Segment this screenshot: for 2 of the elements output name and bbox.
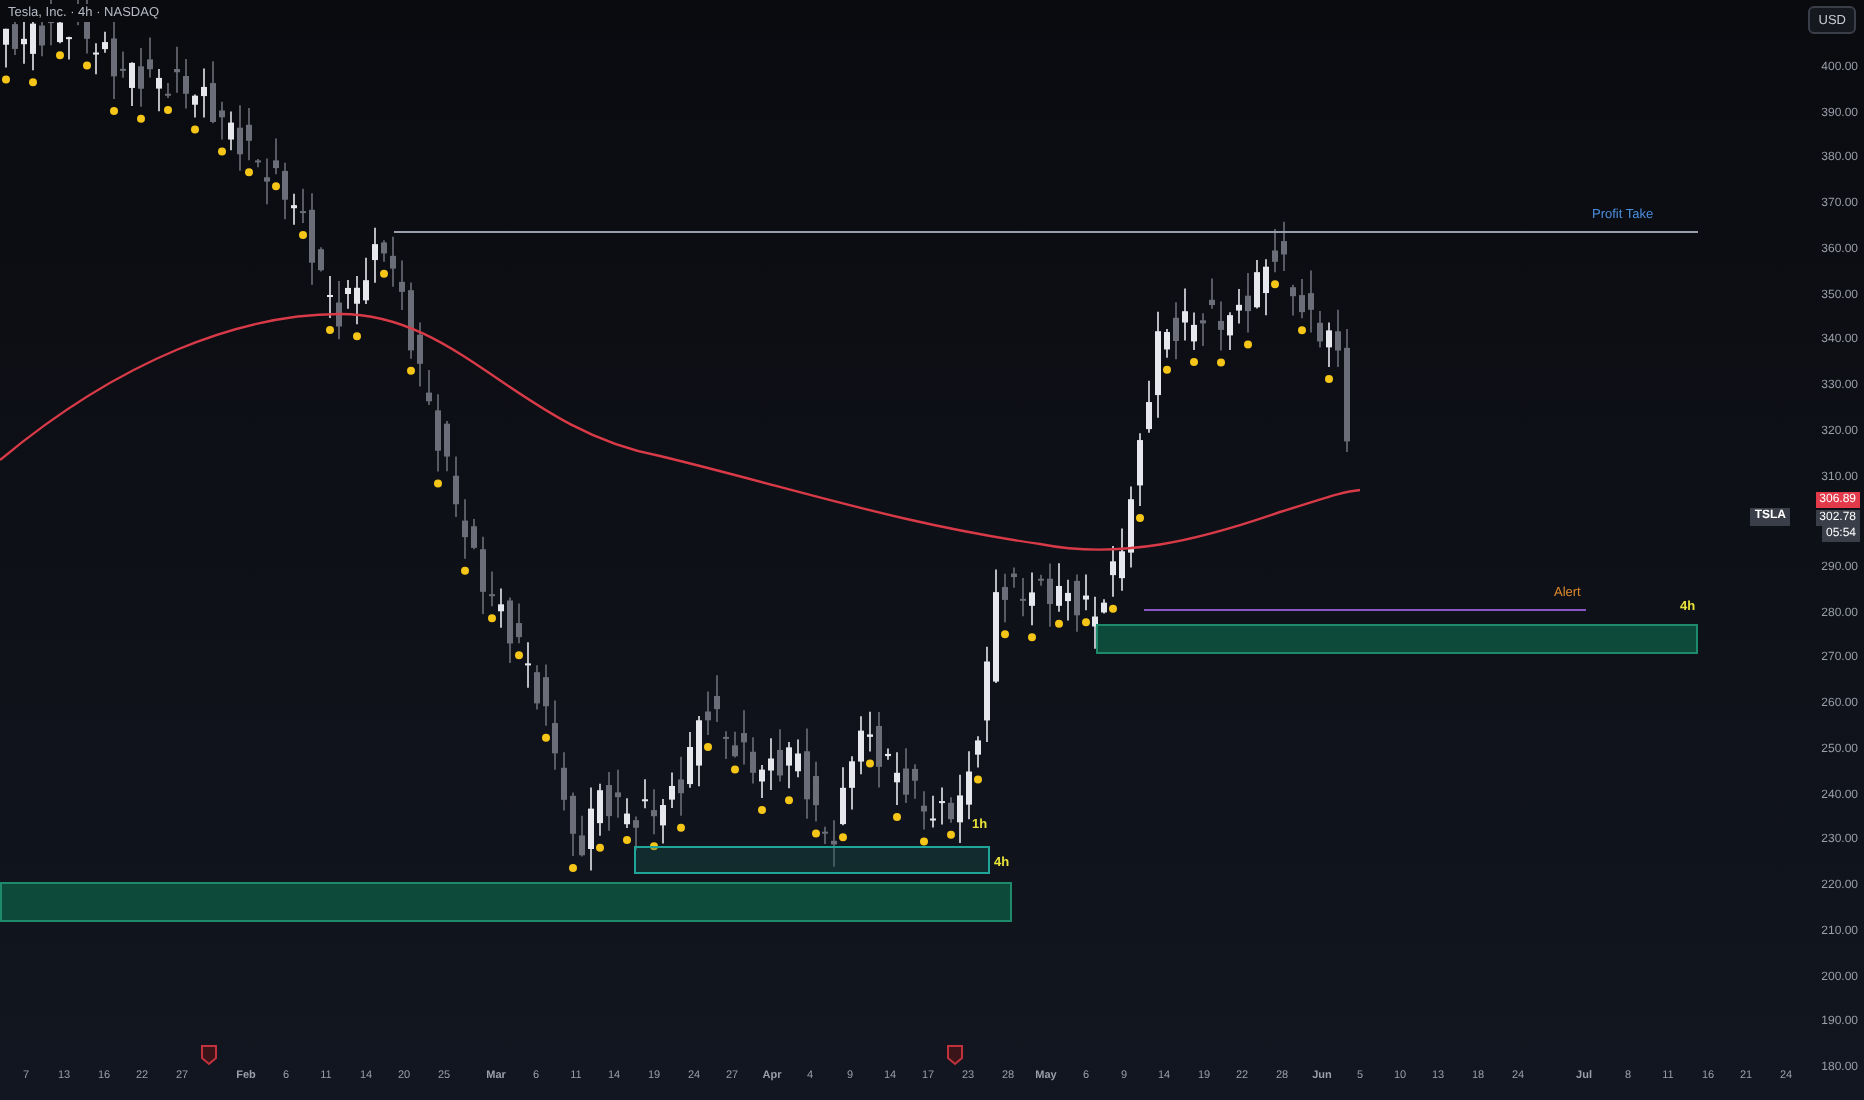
flag-icon[interactable] <box>946 1044 964 1066</box>
flag-icon[interactable] <box>200 1044 218 1066</box>
